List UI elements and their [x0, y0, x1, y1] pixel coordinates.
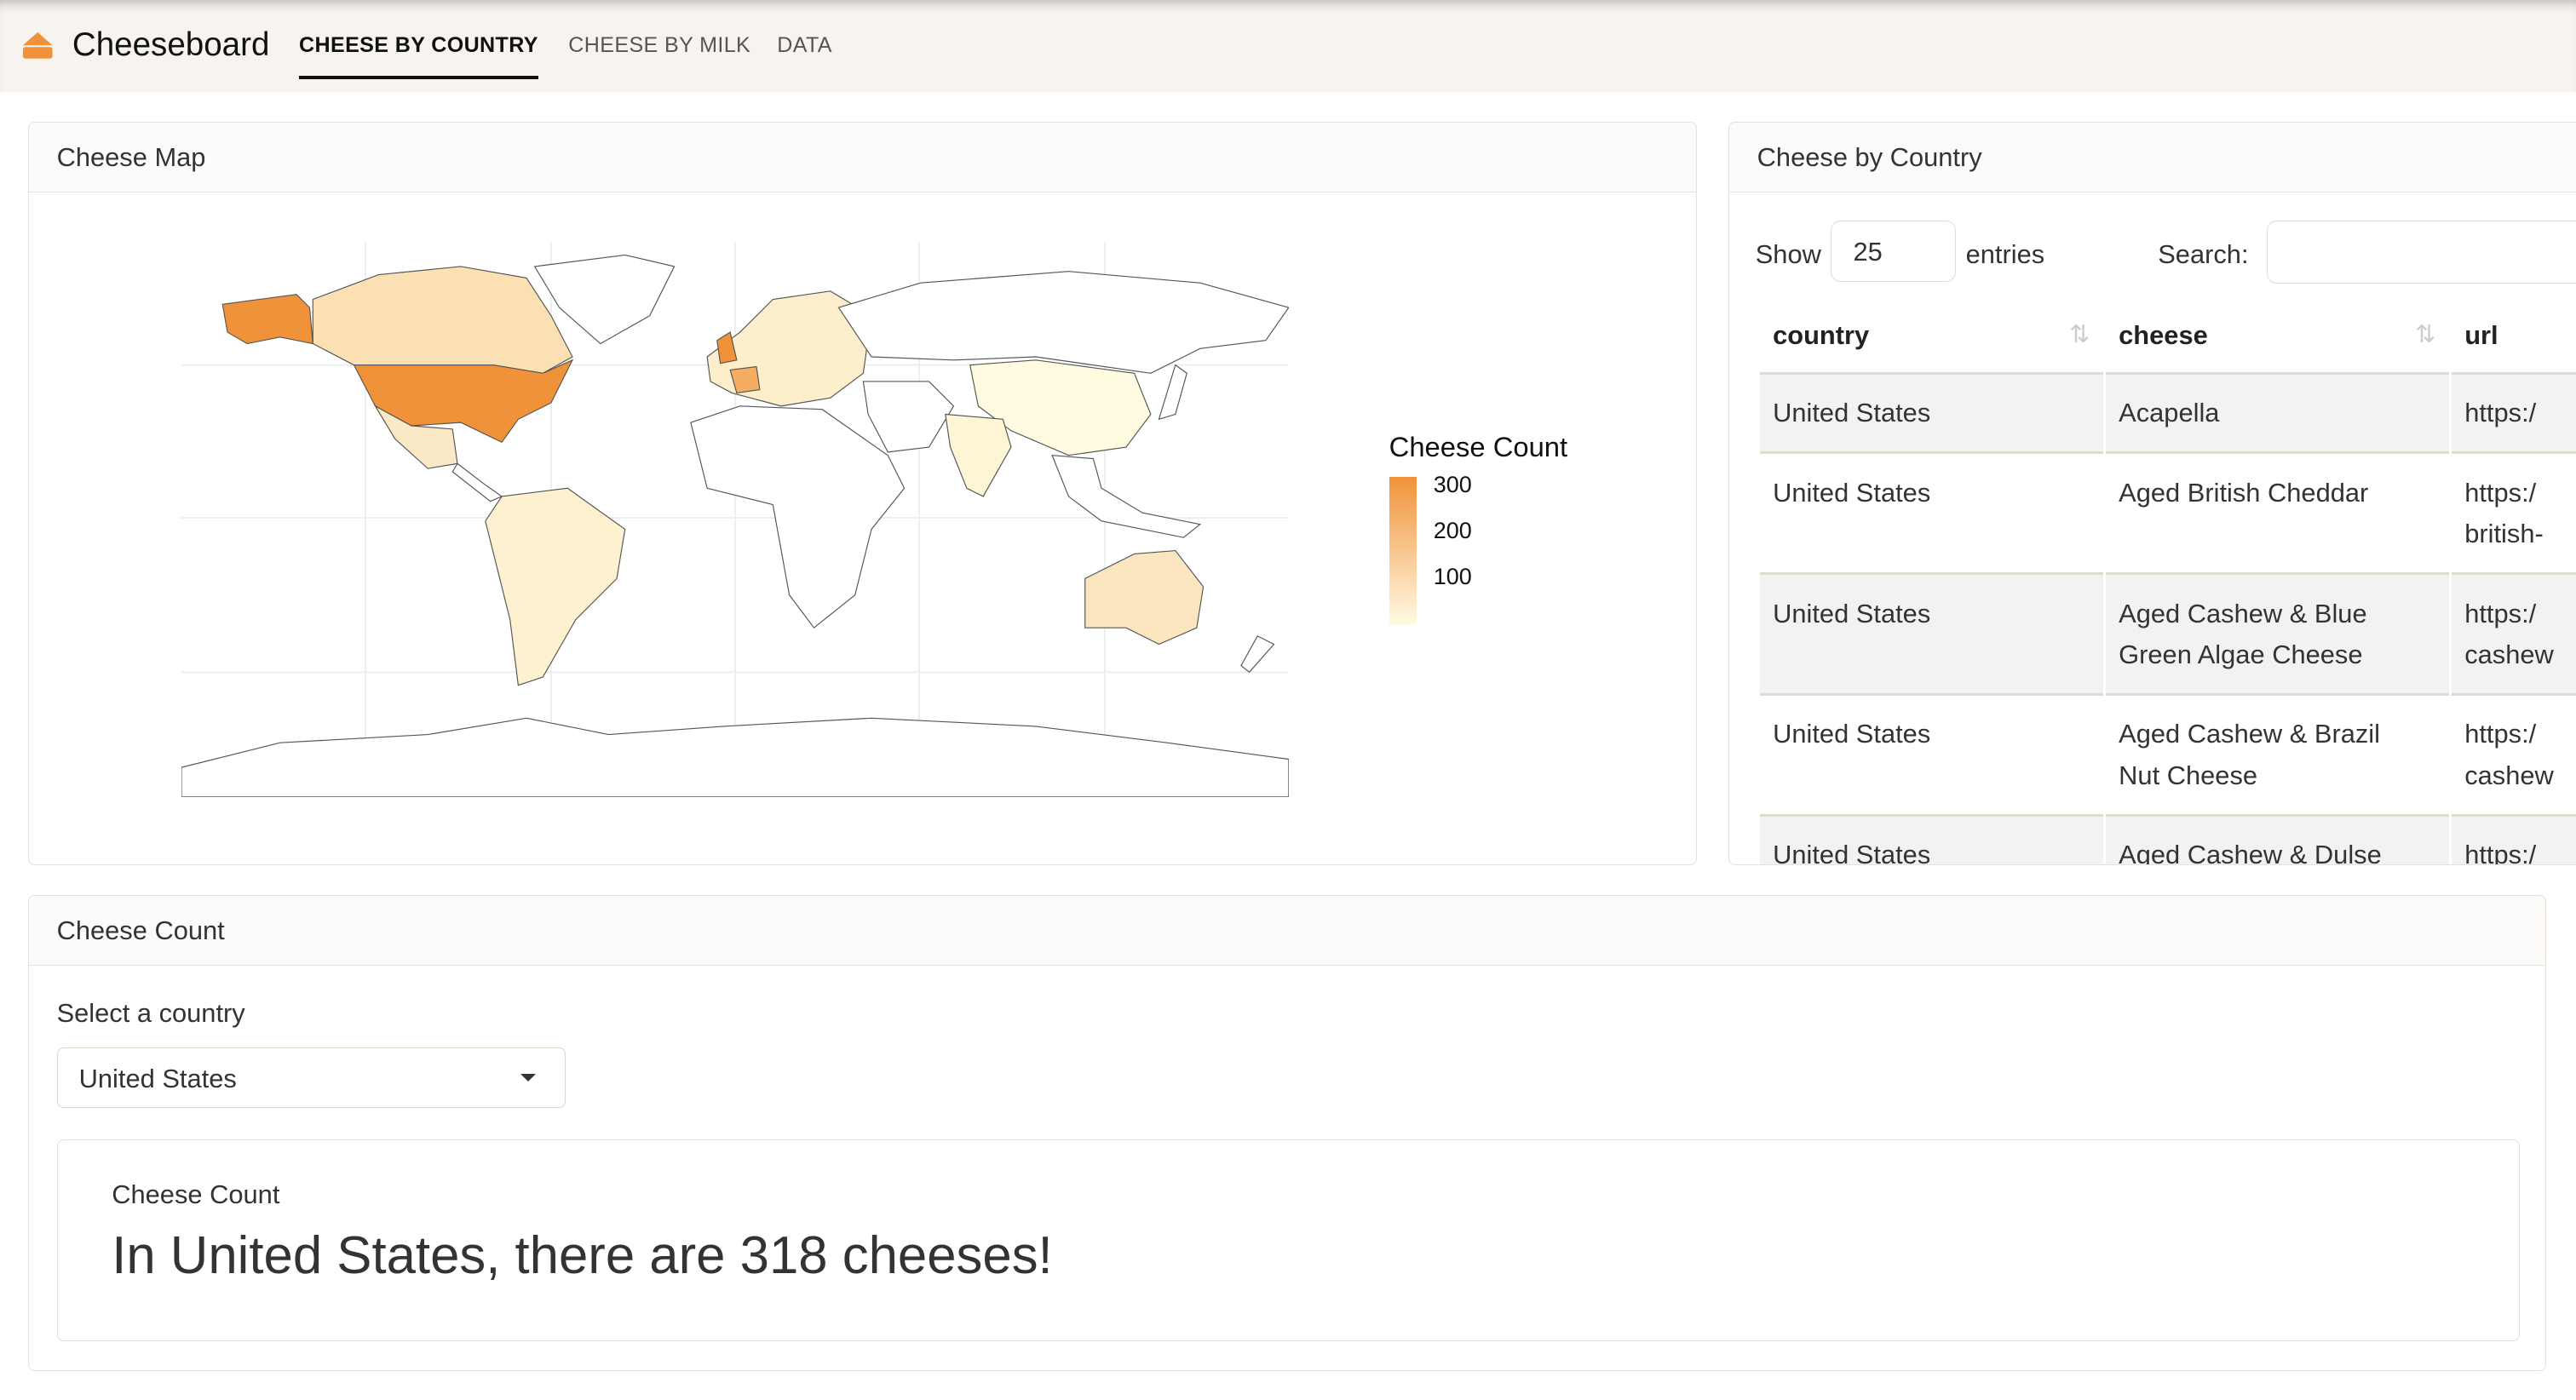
cell-line: Acapella — [2119, 398, 2220, 428]
table-row[interactable]: United States Aged British Cheddar https:/… — [1759, 454, 2576, 576]
cell-line: https:/ — [2464, 719, 2537, 749]
search-input[interactable] — [2266, 221, 2576, 284]
header-label: country — [1773, 320, 1870, 351]
country-india[interactable] — [945, 414, 1012, 498]
country-australia[interactable] — [1084, 550, 1205, 645]
cell-line: Nut Cheese — [2119, 760, 2258, 790]
cheese-map-card: Cheese Map Cheese Count 300 200 100 — [27, 121, 1698, 866]
value-box-title: Cheese Count — [112, 1179, 280, 1209]
column-header-cheese[interactable]: cheese ⇅ — [2105, 300, 2449, 375]
entries-label: entries — [1965, 238, 2045, 269]
header-label: url — [2464, 320, 2498, 351]
navbar: Cheeseboard CHEESE BY COUNTRY CHEESE BY … — [0, 0, 2576, 92]
sort-icon[interactable]: ⇅ — [2415, 319, 2435, 349]
cell-line: United States — [1773, 719, 1931, 749]
country-canada[interactable] — [312, 266, 573, 375]
caret-down-icon — [520, 1074, 536, 1082]
table-row[interactable]: United States Acapella https:/ — [1759, 374, 2576, 455]
table-row[interactable]: United States Aged Cashew & Blue Green Alg… — [1759, 575, 2576, 697]
cell-country: United States — [1759, 374, 2103, 455]
country-middle-east[interactable] — [862, 381, 955, 453]
cheese-icon — [22, 32, 53, 59]
cheese-table: country ⇅ cheese ⇅ url United States Acapel… — [1757, 300, 2576, 865]
selected-value: United States — [78, 1063, 237, 1093]
sort-icon[interactable]: ⇅ — [2069, 319, 2090, 349]
cell-country: United States — [1759, 575, 2103, 697]
cell-line: https:/ — [2464, 477, 2537, 508]
cell-line: United States — [1773, 398, 1931, 428]
entries-select[interactable]: 25 — [1831, 221, 1956, 282]
choropleth-map[interactable] — [181, 242, 1290, 798]
country-united-states[interactable] — [353, 359, 574, 444]
value-box: Cheese Count In United States, there are… — [56, 1139, 2520, 1341]
legend-tick: 200 — [1433, 518, 1472, 544]
column-header-url[interactable]: url — [2451, 300, 2576, 375]
country-japan[interactable] — [1158, 364, 1188, 421]
cell-line: United States — [1773, 598, 1931, 628]
country-alaska[interactable] — [221, 294, 314, 345]
country-central-america[interactable] — [451, 462, 503, 502]
cell-country: United States — [1759, 696, 2103, 817]
table-row[interactable]: United States Aged Cashew & Brazil Nut Che… — [1759, 696, 2576, 817]
cell-line: https:/ — [2464, 840, 2537, 866]
cell-line: cashew — [2464, 639, 2554, 669]
table-row[interactable]: United StatesAged Cashew & DulseCheeseht… — [1759, 816, 2576, 866]
cell-url: https:/ cashew — [2451, 696, 2576, 817]
card-title: Cheese by Country — [1728, 122, 2576, 192]
cell-line: Aged Cashew & Brazil — [2119, 719, 2381, 749]
antarctica — [181, 718, 1290, 798]
cell-line: british- — [2464, 518, 2544, 548]
cell-line: cashew — [2464, 760, 2554, 790]
cell-url: https:/ british- — [2451, 454, 2576, 576]
cell-cheese: Acapella — [2105, 374, 2449, 455]
cell-cheese: Aged Cashew & Blue Green Algae Cheese — [2105, 575, 2449, 697]
search-label: Search: — [2158, 238, 2249, 269]
cell-line: United States — [1773, 840, 1931, 866]
cheese-by-country-card: Cheese by Country Show 25 entries Search… — [1728, 121, 2576, 866]
tab-data[interactable]: DATA — [777, 33, 832, 58]
country-new-zealand[interactable] — [1240, 635, 1275, 674]
cell-line: https:/ — [2464, 398, 2537, 428]
cell-cheese: Aged Cashew & DulseCheese — [2105, 816, 2449, 866]
brand-name: Cheeseboard — [72, 26, 270, 63]
tab-cheese-by-milk[interactable]: CHEESE BY MILK — [568, 33, 750, 58]
cell-cheese: Aged British Cheddar — [2105, 454, 2449, 576]
value-box-text: In United States, there are 318 cheeses! — [112, 1225, 1053, 1285]
column-header-country[interactable]: country ⇅ — [1759, 300, 2103, 375]
tab-cheese-by-country[interactable]: CHEESE BY COUNTRY — [299, 33, 538, 79]
cell-line: Aged British Cheddar — [2119, 477, 2369, 508]
country-south-america[interactable] — [485, 488, 626, 686]
legend-tick: 100 — [1433, 564, 1472, 590]
show-label: Show — [1755, 238, 1821, 269]
cell-line: Aged Cashew & Blue — [2119, 598, 2367, 628]
cell-line: Green Algae Cheese — [2119, 639, 2363, 669]
cell-url: https:/ cashew — [2451, 575, 2576, 697]
legend-tick: 300 — [1433, 472, 1472, 498]
country-russia[interactable] — [837, 271, 1290, 375]
header-label: cheese — [2119, 320, 2208, 351]
card-title: Cheese Map — [28, 122, 1697, 192]
select-label: Select a country — [56, 997, 245, 1028]
legend-title: Cheese Count — [1389, 431, 1568, 463]
card-title: Cheese Count — [28, 896, 2546, 967]
cell-line: https:/ — [2464, 598, 2537, 628]
cheese-count-card: Cheese Count Select a country United Sta… — [27, 895, 2547, 1372]
cell-cheese: Aged Cashew & Brazil Nut Cheese — [2105, 696, 2449, 817]
cell-country: United States — [1759, 454, 2103, 576]
cell-country: United States — [1759, 816, 2103, 866]
cell-url: https:/ — [2451, 374, 2576, 455]
brand[interactable]: Cheeseboard — [20, 26, 269, 64]
cell-url: https:/cashew — [2451, 816, 2576, 866]
country-southeast-asia[interactable] — [1051, 455, 1202, 539]
country-select[interactable]: United States — [56, 1047, 566, 1108]
legend-colorbar — [1389, 477, 1417, 625]
cell-line: United States — [1773, 477, 1931, 508]
cell-line: Aged Cashew & Dulse — [2119, 840, 2382, 866]
